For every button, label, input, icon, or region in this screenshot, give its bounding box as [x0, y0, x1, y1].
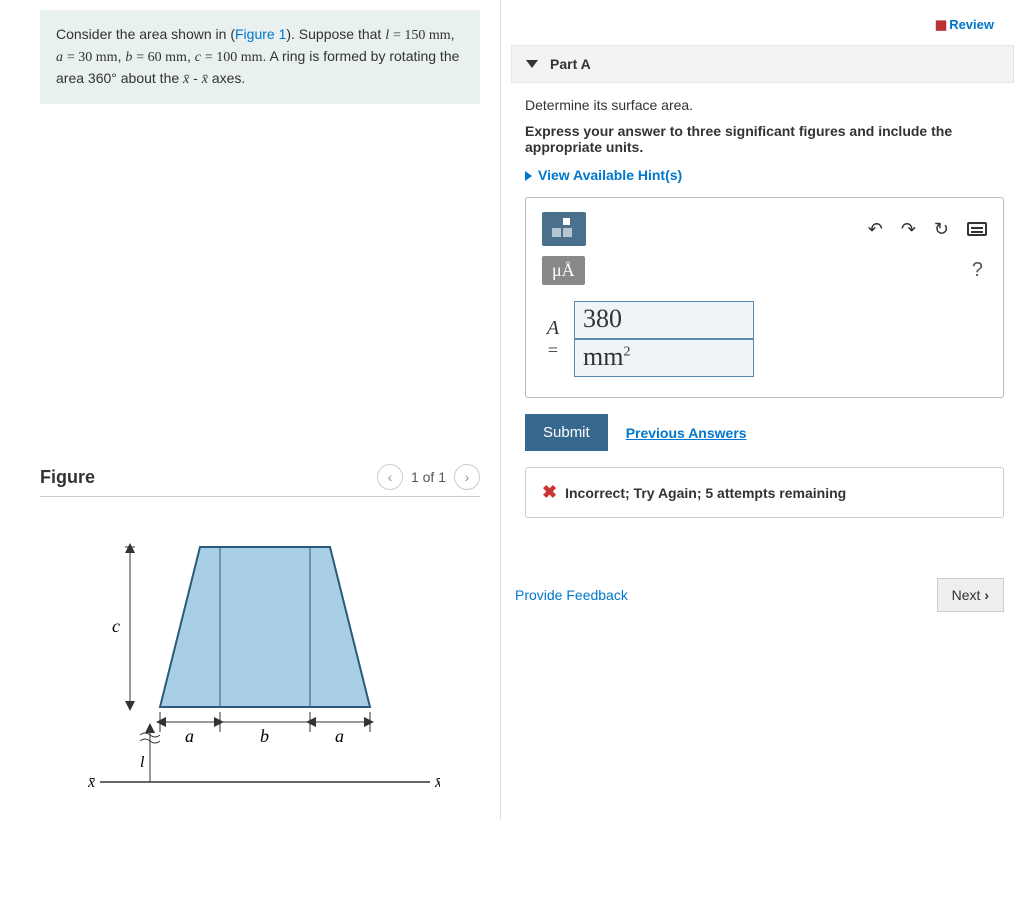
- part-title: Part A: [550, 56, 591, 72]
- svg-text:x̄: x̄: [434, 774, 440, 791]
- template-button[interactable]: [542, 212, 586, 246]
- reset-icon[interactable]: ↻: [934, 219, 949, 240]
- units-picker-button[interactable]: μÅ: [542, 256, 585, 285]
- answer-panel: ↶ ↷ ↻ μÅ ? A = 380 mm2: [525, 197, 1004, 398]
- answer-symbol: A: [542, 317, 564, 340]
- figure-link[interactable]: Figure 1: [235, 26, 286, 42]
- caret-down-icon: [526, 60, 538, 68]
- figure-next-button[interactable]: ›: [454, 464, 480, 490]
- incorrect-x-icon: ✖: [542, 482, 557, 502]
- intro-after: ). Suppose that: [286, 26, 385, 42]
- view-hints-link[interactable]: View Available Hint(s): [525, 167, 1014, 183]
- figure-pager: 1 of 1: [411, 469, 446, 485]
- figure-prev-button[interactable]: ‹: [377, 464, 403, 490]
- provide-feedback-link[interactable]: Provide Feedback: [515, 587, 628, 603]
- svg-text:a: a: [185, 726, 194, 746]
- feedback-box: ✖ Incorrect; Try Again; 5 attempts remain…: [525, 467, 1004, 518]
- svg-text:x̄: x̄: [87, 774, 95, 791]
- figure-title: Figure: [40, 467, 95, 488]
- redo-icon[interactable]: ↷: [901, 219, 916, 240]
- svg-text:c: c: [112, 616, 120, 636]
- answer-units-input[interactable]: mm2: [574, 339, 754, 377]
- undo-icon[interactable]: ↶: [868, 219, 883, 240]
- figure-diagram: x̄ x̄ l c: [40, 517, 480, 810]
- feedback-text: Incorrect; Try Again; 5 attempts remaini…: [565, 485, 846, 501]
- submit-button[interactable]: Submit: [525, 414, 608, 451]
- book-icon: ▮▮: [935, 17, 945, 32]
- svg-text:b: b: [260, 726, 269, 746]
- next-button[interactable]: Next ›: [937, 578, 1004, 612]
- review-link[interactable]: ▮▮Review: [935, 17, 994, 32]
- triangle-right-icon: [525, 171, 532, 181]
- part-instruction: Express your answer to three significant…: [525, 123, 1014, 155]
- part-prompt: Determine its surface area.: [525, 97, 1014, 113]
- help-icon[interactable]: ?: [972, 259, 987, 282]
- answer-value-input[interactable]: 380: [574, 301, 754, 339]
- equals-sign: =: [548, 340, 558, 361]
- problem-statement: Consider the area shown in (Figure 1). S…: [40, 10, 480, 104]
- keyboard-icon[interactable]: [967, 222, 987, 236]
- part-a-header[interactable]: Part A: [511, 45, 1014, 83]
- previous-answers-link[interactable]: Previous Answers: [626, 425, 747, 441]
- svg-text:l: l: [140, 754, 145, 771]
- intro-before: Consider the area shown in (: [56, 26, 235, 42]
- svg-text:a: a: [335, 726, 344, 746]
